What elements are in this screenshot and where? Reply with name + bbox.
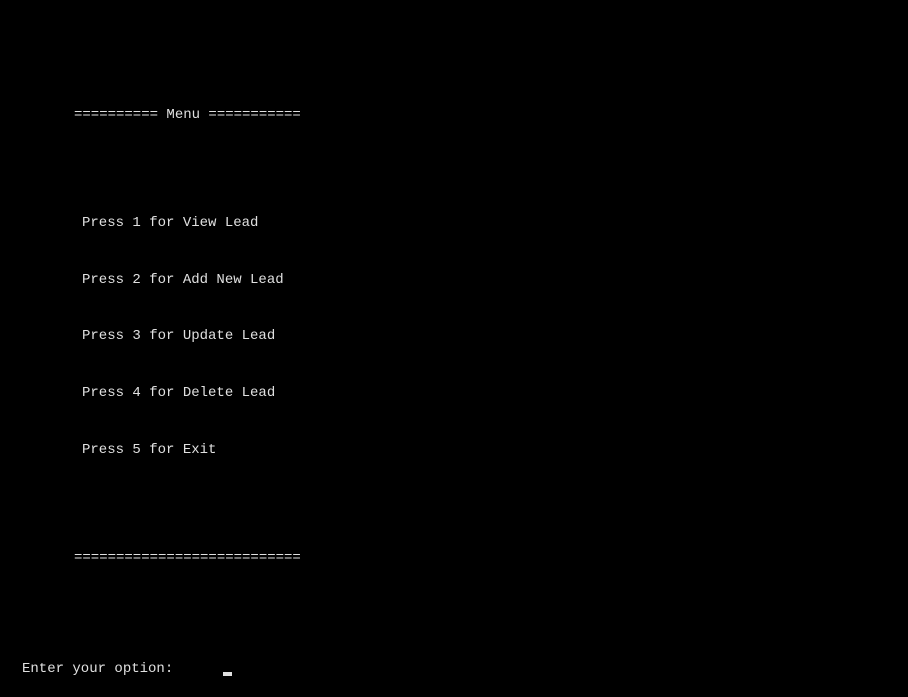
terminal-screen: ========== Menu =========== Press 1 for … xyxy=(0,0,908,697)
menu-item-view-lead: Press 1 for View Lead xyxy=(82,214,908,233)
prompt-row[interactable]: Enter your option: xyxy=(0,644,908,679)
cursor-icon xyxy=(223,672,232,676)
menu-items: Press 1 for View Lead Press 2 for Add Ne… xyxy=(74,162,908,497)
menu-header-divider: ========== Menu =========== xyxy=(74,106,908,125)
menu-block: ========== Menu =========== Press 1 for … xyxy=(0,38,908,606)
prompt-label: Enter your option: xyxy=(22,660,173,679)
menu-item-add-lead: Press 2 for Add New Lead xyxy=(82,271,908,290)
menu-item-delete-lead: Press 4 for Delete Lead xyxy=(82,384,908,403)
menu-footer-divider: =========================== xyxy=(74,535,908,568)
menu-item-exit: Press 5 for Exit xyxy=(82,441,908,460)
menu-item-update-lead: Press 3 for Update Lead xyxy=(82,327,908,346)
